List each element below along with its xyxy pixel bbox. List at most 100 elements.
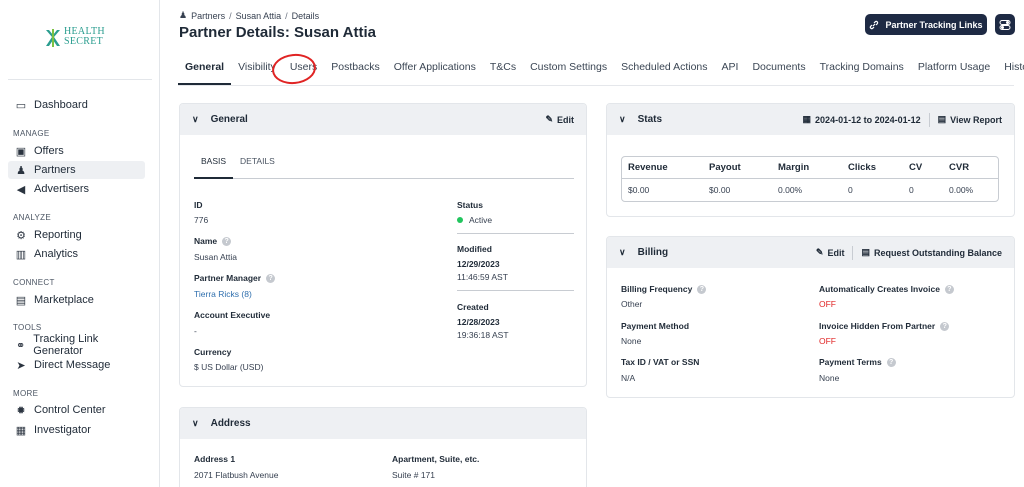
chevron-down-icon: ∨ (192, 418, 199, 428)
breadcrumb-susan-attia[interactable]: Susan Attia (236, 11, 282, 21)
sidebar-item-investigator[interactable]: ▦ Investigator (8, 421, 145, 439)
cvr-value: 0.00% (949, 185, 974, 195)
stats-data-row: $0.00 $0.00 0.00% 0 0 0.00% (622, 179, 998, 201)
monitor-icon: ▭ (15, 99, 27, 112)
gear-icon: ✹ (16, 404, 26, 417)
tab-custom-settings[interactable]: Custom Settings (523, 55, 614, 85)
edit-general-button[interactable]: ✎ Edit (545, 114, 574, 125)
partner-tracking-links-button[interactable]: Partner Tracking Links (865, 14, 987, 35)
help-icon[interactable]: ? (886, 357, 896, 367)
address-card: ∨ Address Address 1 2071 Flatbush Avenue… (179, 407, 587, 487)
reporting-icon: ⚙ (16, 229, 26, 242)
tab-offer-applications[interactable]: Offer Applications (387, 55, 483, 85)
tab-history[interactable]: History (997, 55, 1024, 85)
sidebar-item-analytics[interactable]: ▥ Analytics (8, 245, 145, 263)
tab-tcs[interactable]: T&Cs (483, 55, 523, 85)
general-card-header[interactable]: ∨ General ✎ Edit (180, 104, 586, 135)
section-more: MORE (13, 389, 39, 398)
address1-value: 2071 Flatbush Avenue (194, 470, 279, 480)
chevron-down-icon: ∨ (192, 114, 199, 124)
tab-platform-usage[interactable]: Platform Usage (911, 55, 997, 85)
stats-header-row: Revenue Payout Margin Clicks CV CVR (622, 157, 998, 179)
edit-billing-button[interactable]: ✎ Edit (816, 247, 845, 258)
apartment-label: Apartment, Suite, etc. (392, 454, 480, 464)
sidebar-item-advertisers[interactable]: ◀ Advertisers (8, 180, 145, 198)
breadcrumb: ♟ Partners / Susan Attia / Details (179, 10, 320, 21)
tab-tracking-domains[interactable]: Tracking Domains (813, 55, 911, 85)
account-executive-value: - (194, 326, 197, 336)
brand-logo[interactable]: HEALTH SECRET (44, 26, 124, 50)
subtab-details[interactable]: DETAILS (233, 148, 282, 179)
sidebar-item-dashboard[interactable]: ▭ Dashboard (8, 96, 145, 114)
marketplace-icon: ▤ (15, 294, 27, 307)
address-card-header[interactable]: ∨ Address (180, 408, 586, 439)
logo-mark-icon (46, 29, 60, 47)
clicks-value: 0 (848, 185, 853, 195)
sidebar-item-tracking-link-generator[interactable]: ⚭ Tracking Link Generator (8, 333, 145, 357)
tab-postbacks[interactable]: Postbacks (324, 55, 386, 85)
link-icon (870, 20, 879, 29)
sidebar-item-partners[interactable]: ♟ Partners (8, 161, 145, 179)
status-value: Active (457, 215, 492, 225)
calendar-icon: ▦ (802, 114, 812, 124)
billing-card-header[interactable]: ∨ Billing ✎ Edit ▤ Request Outstanding Bal… (607, 237, 1014, 268)
divider (457, 290, 574, 291)
account-executive-label: Account Executive (194, 310, 271, 320)
help-icon[interactable]: ? (222, 236, 232, 246)
currency-label: Currency (194, 347, 232, 357)
settings-toggle-button[interactable] (995, 14, 1015, 35)
general-card: ∨ General ✎ Edit BASIS DETAILS ID 776 Nam… (179, 103, 587, 387)
general-subtabs: BASIS DETAILS (194, 148, 574, 179)
tax-id-label: Tax ID / VAT or SSN (621, 357, 700, 367)
col-revenue: Revenue (628, 162, 668, 173)
tab-general[interactable]: General (178, 55, 232, 85)
tab-scheduled-actions[interactable]: Scheduled Actions (614, 55, 714, 85)
billing-card: ∨ Billing ✎ Edit ▤ Request Outstanding Bal… (606, 236, 1015, 398)
apartment-value: Suite # 171 (392, 470, 436, 480)
tab-documents[interactable]: Documents (745, 55, 812, 85)
sidebar-item-marketplace[interactable]: ▤ Marketplace (8, 291, 145, 309)
sidebar-item-reporting[interactable]: ⚙ Reporting (8, 226, 145, 244)
cv-value: 0 (909, 185, 914, 195)
megaphone-icon: ◀ (16, 183, 26, 196)
col-cv: CV (909, 162, 923, 173)
sidebar-item-direct-message[interactable]: ➤ Direct Message (8, 356, 145, 374)
date-range-picker[interactable]: ▦ 2024-01-12 to 2024-01-12 (803, 114, 921, 125)
pencil-icon: ✎ (815, 247, 824, 257)
auto-invoice-value: OFF (819, 299, 836, 309)
help-icon[interactable]: ? (697, 284, 707, 294)
request-outstanding-balance-button[interactable]: ▤ Request Outstanding Balance (861, 247, 1002, 258)
sidebar-divider (8, 79, 152, 80)
toggle-icon (999, 19, 1011, 30)
divider (928, 112, 930, 127)
tab-api[interactable]: API (715, 55, 746, 85)
col-margin: Margin (778, 162, 810, 173)
stats-card-header[interactable]: ∨ Stats ▦ 2024-01-12 to 2024-01-12 ▤ View … (607, 104, 1014, 135)
col-clicks: Clicks (848, 162, 876, 173)
created-label: Created (457, 302, 489, 312)
breadcrumb-partners[interactable]: Partners (191, 11, 225, 21)
help-icon[interactable]: ? (266, 273, 276, 283)
tax-id-value: N/A (621, 373, 636, 383)
name-label: Name? (194, 236, 232, 246)
address1-label: Address 1 (194, 454, 236, 464)
offers-icon: ▣ (15, 145, 27, 158)
divider (457, 233, 574, 234)
stats-card: ∨ Stats ▦ 2024-01-12 to 2024-01-12 ▤ View … (606, 103, 1015, 217)
created-date: 12/28/2023 (457, 317, 500, 327)
partner-manager-label: Partner Manager? (194, 273, 276, 283)
breadcrumb-details: Details (291, 10, 320, 21)
sidebar-item-control-center[interactable]: ✹ Control Center (8, 401, 145, 419)
payment-terms-label: Payment Terms? (819, 357, 896, 367)
view-report-button[interactable]: ▤ View Report (938, 114, 1002, 125)
billing-frequency-label: Billing Frequency? (621, 284, 707, 294)
page-title: Partner Details: Susan Attia (179, 24, 376, 41)
section-analyze: ANALYZE (13, 213, 51, 222)
sidebar-item-offers[interactable]: ▣ Offers (8, 142, 145, 160)
revenue-value: $0.00 (628, 185, 650, 195)
help-icon[interactable]: ? (940, 321, 950, 331)
modified-label: Modified (457, 244, 492, 254)
help-icon[interactable]: ? (944, 284, 954, 294)
subtab-basis[interactable]: BASIS (194, 148, 234, 179)
partner-manager-link[interactable]: Tierra Ricks (8) (194, 289, 252, 299)
